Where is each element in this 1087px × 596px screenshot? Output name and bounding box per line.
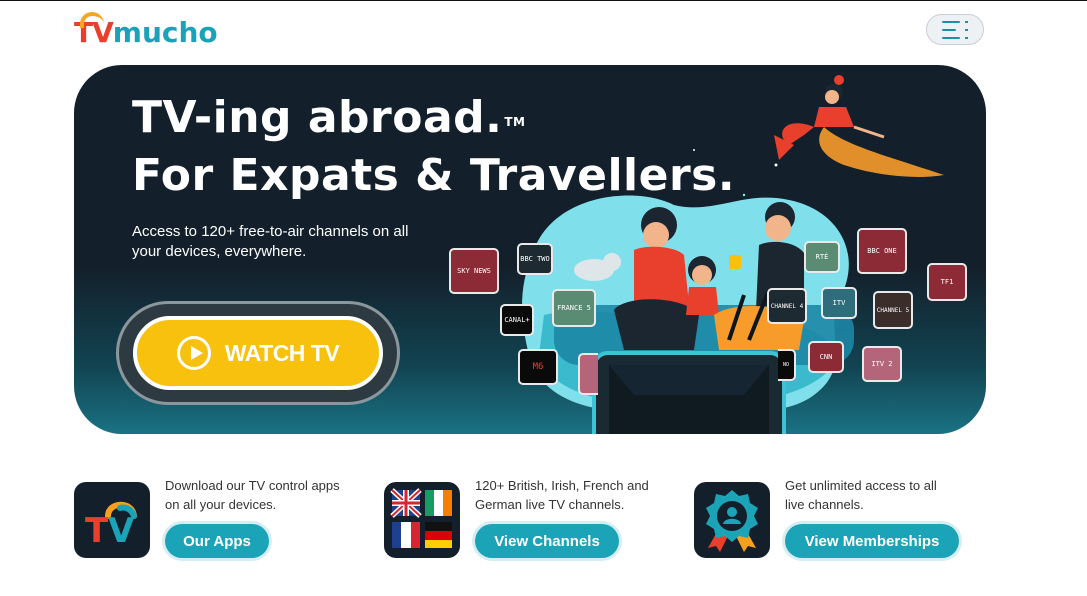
- hero-illustration: SKY NEWS BBC TWO FRANCE 5 CANAL+ M6 RTÉ …: [444, 65, 986, 434]
- channel-tile-bbc-two: BBC TWO: [517, 243, 553, 275]
- uk-flag-icon: [390, 488, 422, 518]
- channel-tile-bbc-one: BBC ONE: [857, 228, 907, 274]
- france-flag-icon: [392, 522, 420, 548]
- hamburger-menu-icon: [942, 20, 968, 39]
- feature-apps: T V Download our TV control apps on all …: [74, 478, 354, 560]
- tvmucho-logo[interactable]: TV mucho: [74, 11, 218, 49]
- our-apps-button[interactable]: Our Apps: [165, 524, 269, 558]
- channel-tile-tf1: TF1: [927, 263, 967, 301]
- channel-tile-rte: RTÉ: [804, 241, 840, 273]
- feature-channels-text: 120+ British, Irish, French and German l…: [475, 478, 649, 512]
- germany-flag-icon: [425, 522, 452, 548]
- svg-text:V: V: [108, 511, 135, 551]
- hero-subtitle: Access to 120+ free-to-air channels on a…: [132, 223, 409, 260]
- ireland-flag-icon: [425, 490, 452, 516]
- play-icon: [176, 336, 211, 370]
- logo-arc-icon: [80, 11, 104, 28]
- feature-apps-text: Download our TV control apps on all your…: [165, 478, 340, 512]
- channel-tile-france-5: FRANCE 5: [552, 289, 596, 327]
- channel-tile-canal-plus: CANAL+: [500, 304, 534, 336]
- view-channels-button[interactable]: View Channels: [475, 524, 619, 558]
- country-flags-icon: [384, 482, 460, 558]
- channel-tile-sky-news: SKY NEWS: [449, 248, 499, 294]
- watch-tv-label: WATCH TV: [224, 339, 340, 366]
- channel-tile-m6: M6: [518, 349, 558, 385]
- logo-mucho-text: mucho: [112, 15, 218, 49]
- watch-tv-button[interactable]: WATCH TV: [133, 316, 383, 390]
- menu-button[interactable]: [926, 14, 984, 45]
- watch-tv-button-ring: WATCH TV: [116, 301, 400, 405]
- channel-tile-channel-5: CHANNEL 5: [873, 291, 913, 329]
- channel-tile-itv: ITV: [821, 287, 857, 319]
- channel-tile-itv-2: ITV 2: [862, 346, 902, 382]
- hero-banner: TV-ing abroad. TM For Expats & Travellers…: [74, 65, 986, 434]
- tv-app-icon: T V: [74, 482, 150, 558]
- logo-tv-text: TV: [74, 11, 114, 49]
- feature-memberships-text: Get unlimited access to all live channel…: [785, 478, 937, 512]
- view-memberships-button[interactable]: View Memberships: [785, 524, 959, 558]
- channel-tile-cnn: CNN: [808, 341, 844, 373]
- feature-channels: 120+ British, Irish, French and German l…: [384, 478, 664, 560]
- feature-memberships: Get unlimited access to all live channel…: [694, 478, 974, 560]
- channel-tile-partial-left: [578, 353, 598, 395]
- membership-badge-icon: [694, 482, 770, 558]
- channel-tile-partial: NO: [778, 349, 796, 381]
- channel-tile-channel-4: CHANNEL 4: [767, 288, 807, 324]
- svg-text:T: T: [85, 511, 109, 551]
